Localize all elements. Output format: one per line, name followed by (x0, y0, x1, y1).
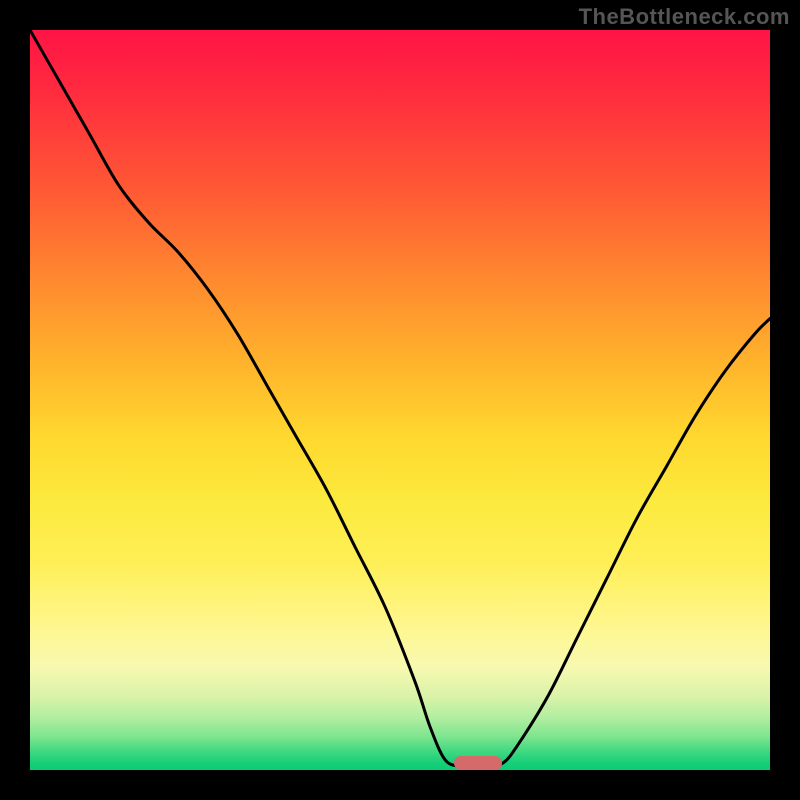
chart-frame: TheBottleneck.com (0, 0, 800, 800)
curve-path (30, 30, 770, 767)
optimal-marker (454, 756, 502, 770)
plot-area (30, 30, 770, 770)
watermark-text: TheBottleneck.com (579, 4, 790, 30)
bottleneck-curve (30, 30, 770, 770)
